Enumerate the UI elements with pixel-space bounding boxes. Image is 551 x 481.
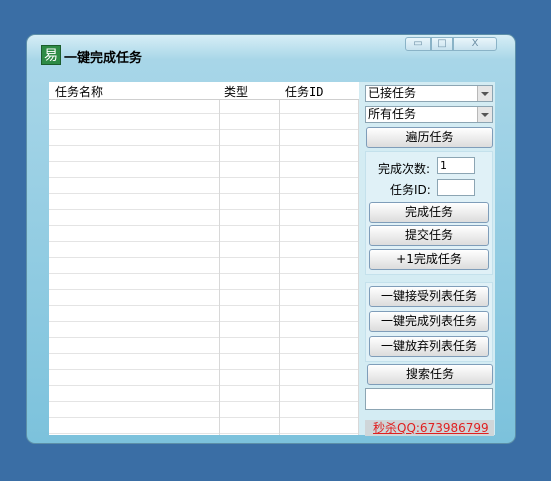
traverse-tasks-button[interactable]: 遍历任务	[366, 127, 493, 148]
main-window: 易 一键完成任务 ▭ □ X 任务名称 类型 任务ID 已接任务 所有任务 遍历…	[26, 34, 516, 444]
chevron-down-icon[interactable]	[477, 107, 492, 122]
maximize-button[interactable]: □	[431, 37, 453, 51]
accept-all-button[interactable]: 一键接受列表任务	[369, 286, 489, 307]
plus-one-complete-button[interactable]: +1完成任务	[369, 249, 489, 270]
abandon-all-button[interactable]: 一键放弃列表任务	[369, 336, 489, 357]
client-area: 任务名称 类型 任务ID 已接任务 所有任务 遍历任务 完成次数: 1 任务ID…	[49, 82, 495, 436]
column-type	[220, 82, 280, 435]
search-input[interactable]	[365, 388, 493, 410]
submit-task-button[interactable]: 提交任务	[369, 225, 489, 246]
complete-all-button[interactable]: 一键完成列表任务	[369, 311, 489, 332]
batch-action-group: 一键接受列表任务 一键完成列表任务 一键放弃列表任务	[365, 282, 493, 362]
task-id-input[interactable]	[437, 179, 475, 196]
chevron-down-icon[interactable]	[477, 86, 492, 101]
search-tasks-button[interactable]: 搜索任务	[367, 364, 493, 385]
column-task-id	[280, 82, 359, 435]
app-icon: 易	[41, 45, 61, 65]
count-input[interactable]: 1	[437, 157, 475, 174]
contact-link[interactable]: 秒杀QQ:673986799	[365, 420, 494, 436]
column-task-name	[49, 82, 220, 435]
close-button[interactable]: X	[453, 37, 497, 51]
minimize-button[interactable]: ▭	[405, 37, 431, 51]
task-list[interactable]: 任务名称 类型 任务ID	[49, 82, 359, 435]
task-status-dropdown[interactable]: 已接任务	[365, 85, 493, 102]
task-scope-dropdown[interactable]: 所有任务	[365, 106, 493, 123]
header-task-id[interactable]: 任务ID	[285, 83, 323, 100]
task-action-group: 完成次数: 1 任务ID: 完成任务 提交任务 +1完成任务	[365, 151, 493, 275]
header-task-name[interactable]: 任务名称	[55, 83, 103, 100]
task-id-label: 任务ID:	[390, 183, 431, 197]
complete-task-button[interactable]: 完成任务	[369, 202, 489, 223]
window-title: 一键完成任务	[64, 51, 143, 66]
task-scope-value: 所有任务	[368, 107, 417, 121]
count-label: 完成次数:	[378, 162, 431, 176]
list-header: 任务名称 类型 任务ID	[49, 82, 359, 100]
header-type[interactable]: 类型	[224, 83, 248, 100]
task-status-value: 已接任务	[368, 86, 417, 100]
title-bar[interactable]: 易 一键完成任务 ▭ □ X	[27, 35, 515, 77]
